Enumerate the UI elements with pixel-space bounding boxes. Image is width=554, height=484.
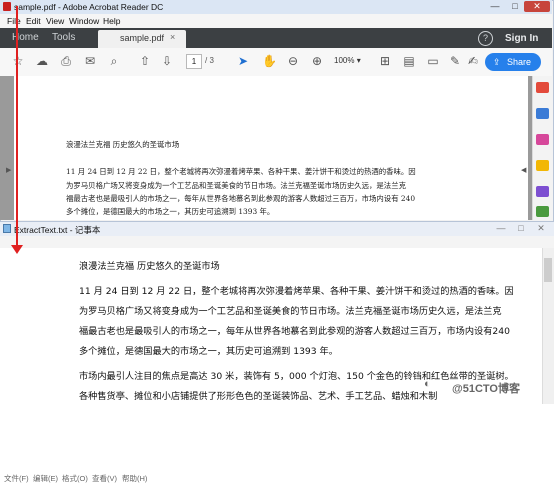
- acrobat-window-title: sample.pdf - Adobe Acrobat Reader DC: [14, 2, 164, 12]
- pdf-line: 11 月 24 日到 12 月 22 日，整个老城将再次弥漫着烤苹果、各种干果、…: [66, 167, 416, 176]
- close-tab-icon[interactable]: ×: [170, 32, 175, 42]
- upload-icon[interactable]: ☁: [35, 54, 49, 68]
- notepad-titlebar: ExtractText.txt - 记事本 — □ ✕: [0, 222, 554, 237]
- hand-icon[interactable]: ✋: [262, 54, 277, 68]
- right-panel-toggle-icon[interactable]: ◀: [521, 166, 526, 174]
- upload-arrow-icon[interactable]: ⇧: [138, 54, 152, 68]
- sign-in-link[interactable]: Sign In: [505, 33, 538, 44]
- watermark-logo-icon: ◐: [424, 378, 431, 390]
- notepad-menubar: 文件(F) 编辑(E) 格式(O) 查看(V) 帮助(H): [0, 236, 554, 483]
- page-view-icon[interactable]: ▤: [402, 54, 416, 68]
- acrobat-menubar: File Edit View Window Help: [0, 14, 552, 28]
- tab-tools[interactable]: Tools: [52, 32, 75, 43]
- annotation-arrow-head-icon: [11, 245, 23, 254]
- menu-window[interactable]: Window: [69, 16, 99, 26]
- left-panel-toggle-icon[interactable]: ▶: [6, 166, 11, 174]
- export-pdf-icon[interactable]: [536, 108, 549, 119]
- sign-icon[interactable]: ✍: [466, 54, 480, 68]
- zoom-search-icon[interactable]: ⌕: [107, 54, 121, 68]
- text-line: 各种售货亭、摊位和小店铺提供了形形色色的圣诞装饰品、艺术、手工艺品、蜡烛和木制: [79, 391, 438, 402]
- text-line: 11 月 24 日到 12 月 22 日，整个老城将再次弥漫着烤苹果、各种干果、…: [79, 286, 514, 297]
- download-arrow-icon[interactable]: ⇩: [160, 54, 174, 68]
- zoom-level-select[interactable]: 100% ▾: [334, 54, 368, 67]
- create-pdf-icon[interactable]: [536, 82, 549, 93]
- text-line: 为罗马贝格广场又将变身成为一个工艺品和圣诞美食的节日市场。法兰克福圣诞市场历史久…: [79, 306, 502, 317]
- tab-document-label: sample.pdf: [120, 33, 165, 43]
- menu-view[interactable]: View: [46, 16, 64, 26]
- zoom-out-icon[interactable]: ⊖: [286, 54, 300, 68]
- share-icon: ⇪: [493, 57, 501, 67]
- mail-icon[interactable]: ✉: [83, 54, 97, 68]
- notepad-app-icon: [3, 224, 11, 233]
- annotation-arrow-line: [16, 6, 18, 249]
- comment-tool-icon[interactable]: [536, 160, 549, 171]
- minimize-button[interactable]: —: [486, 1, 504, 12]
- notepad-minimize-button[interactable]: —: [492, 223, 510, 234]
- acrobat-tabbar: Home Tools: [0, 28, 552, 48]
- tools-rail: [532, 76, 553, 220]
- pen-icon[interactable]: ✎: [448, 54, 462, 68]
- notepad-menu-view[interactable]: 查看(V): [92, 473, 117, 484]
- menu-file[interactable]: File: [7, 16, 21, 26]
- pdf-line: 多个摊位，是德国最大的市场之一，其历史可追溯到 1393 年。: [66, 207, 275, 216]
- acrobat-app-icon: [3, 2, 11, 11]
- pdf-line-title: 浪漫法兰克福 历史悠久的圣诞市场: [66, 140, 180, 149]
- notepad-window-title: ExtractText.txt - 记事本: [14, 225, 101, 235]
- page-total: / 3: [205, 56, 214, 65]
- zoom-level: 100%: [334, 56, 355, 65]
- comment-icon[interactable]: ▭: [426, 54, 440, 68]
- text-line: 浪漫法兰克福 历史悠久的圣诞市场: [79, 261, 220, 272]
- menu-help[interactable]: Help: [103, 16, 120, 26]
- page-number-input[interactable]: 1: [186, 54, 202, 69]
- pdf-line: 为罗马贝格广场又将变身成为一个工艺品和圣诞美食的节日市场。法兰克福圣诞市场历史久…: [66, 181, 406, 190]
- notepad-menu-help[interactable]: 帮助(H): [122, 473, 147, 484]
- share-button[interactable]: ⇪ Share: [485, 53, 541, 71]
- pointer-icon[interactable]: ➤: [236, 54, 250, 68]
- share-label: Share: [507, 57, 532, 67]
- maximize-button[interactable]: □: [506, 1, 524, 12]
- notepad-menu-format[interactable]: 格式(O): [62, 473, 88, 484]
- pdf-page: 浪漫法兰克福 历史悠久的圣诞市场 11 月 24 日到 12 月 22 日，整个…: [14, 76, 528, 220]
- fill-sign-icon[interactable]: [536, 186, 549, 197]
- zoom-in-icon[interactable]: ⊕: [310, 54, 324, 68]
- pdf-line: 福最古老也是最吸引人的市场之一，每年从世界各地慕名到此参观的游客人数超过三百万，…: [66, 194, 416, 203]
- tab-document[interactable]: sample.pdf ×: [98, 30, 186, 48]
- watermark: @51CTO博客: [452, 383, 520, 395]
- notepad-menu-file[interactable]: 文件(F): [4, 473, 29, 484]
- text-line: 多个摊位，是德国最大的市场之一，其历史可追溯到 1393 年。: [79, 346, 338, 357]
- menu-edit[interactable]: Edit: [26, 16, 41, 26]
- notepad-close-button[interactable]: ✕: [532, 223, 550, 234]
- text-line: 市场内最引人注目的焦点是高达 30 米，装饰有 5，000 个灯泡、150 个金…: [79, 371, 514, 382]
- notepad-menu-edit[interactable]: 编辑(E): [33, 473, 58, 484]
- close-button[interactable]: ✕: [524, 1, 550, 12]
- help-icon[interactable]: ?: [478, 31, 493, 46]
- fit-page-icon[interactable]: ⊞: [378, 54, 392, 68]
- text-line: 福最古老也是最吸引人的市场之一，每年从世界各地慕名到此参观的游客人数超过三百万，…: [79, 326, 510, 337]
- more-tools-icon[interactable]: [536, 206, 549, 217]
- notepad-scroll-thumb[interactable]: [544, 258, 552, 282]
- edit-pdf-icon[interactable]: [536, 134, 549, 145]
- star-icon[interactable]: ☆: [11, 54, 25, 68]
- acrobat-titlebar: sample.pdf - Adobe Acrobat Reader DC — □…: [0, 0, 552, 14]
- notepad-maximize-button[interactable]: □: [512, 223, 530, 234]
- print-icon[interactable]: ⎙: [59, 54, 73, 68]
